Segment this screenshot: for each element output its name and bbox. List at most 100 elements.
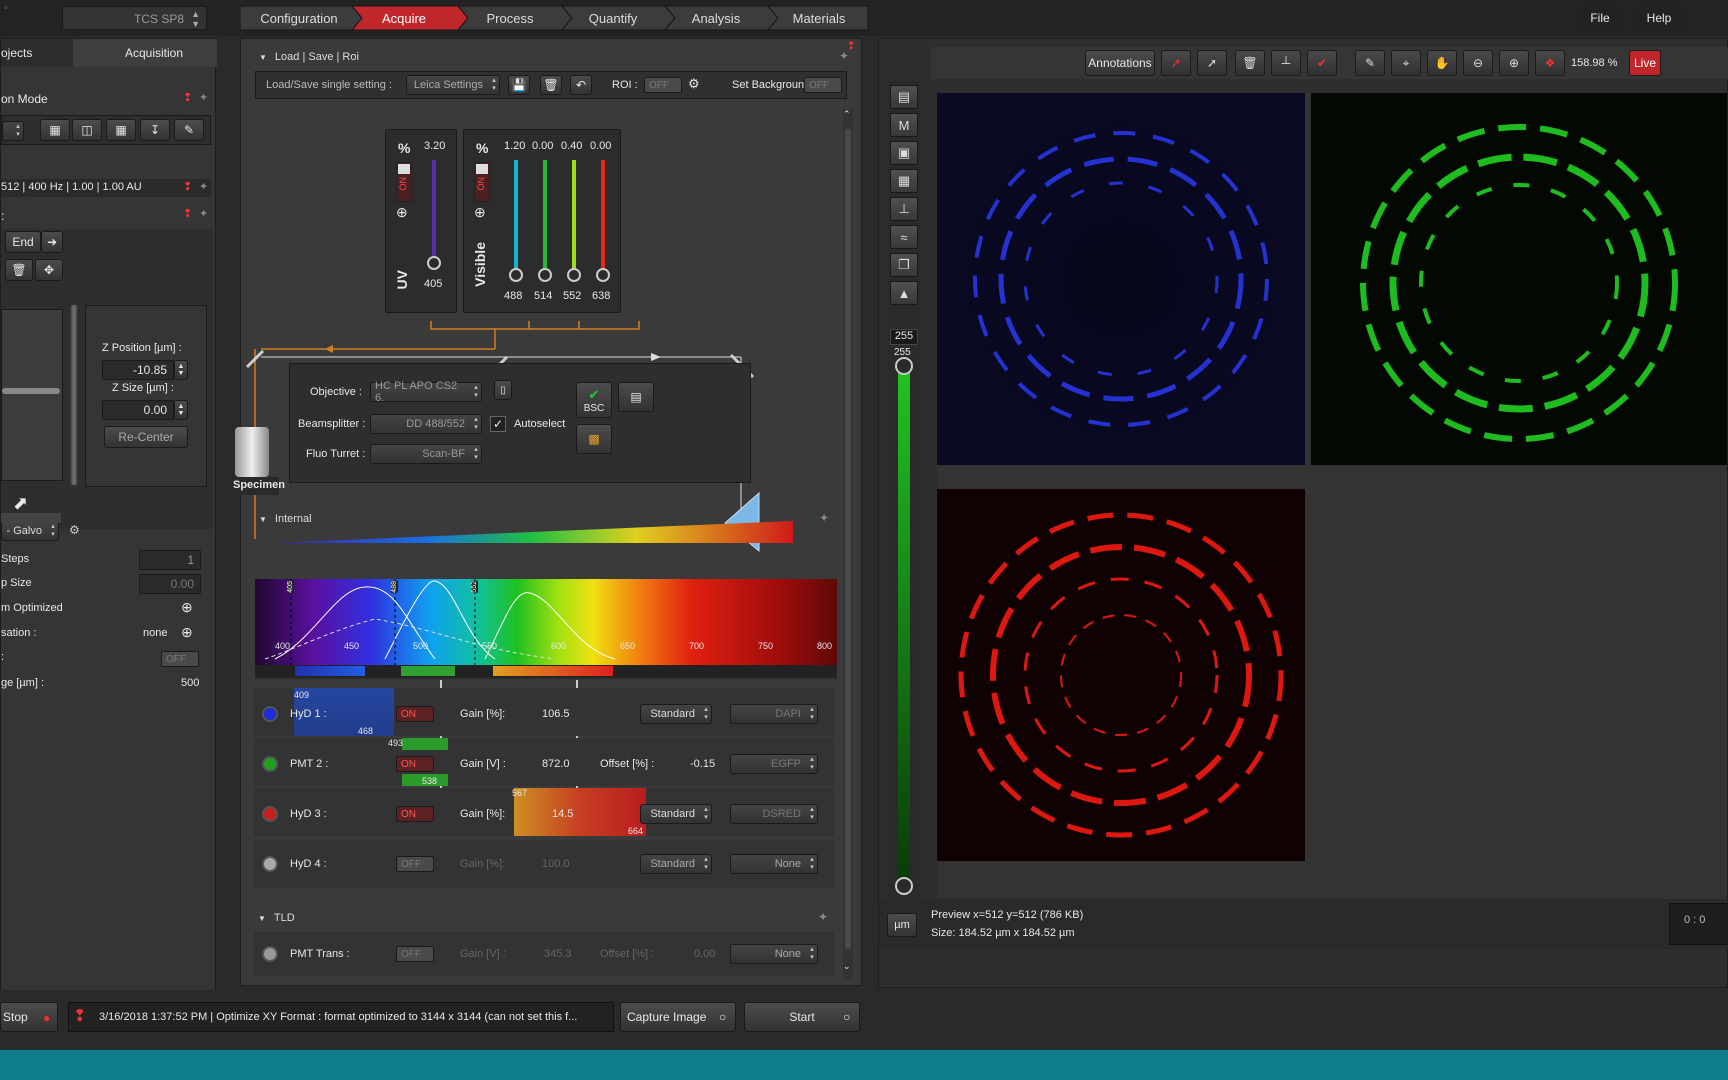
arrow-right-icon[interactable]: ➜ [41, 231, 63, 253]
mode-dropdown[interactable] [2, 121, 24, 141]
visible-on-toggle[interactable]: ON [474, 162, 490, 202]
start-button[interactable]: Start ○ [744, 1002, 860, 1032]
lsr-header[interactable]: ▼ Load | Save | Roi [259, 47, 359, 67]
z-slider-track[interactable] [1, 309, 63, 481]
image-blue-channel[interactable] [937, 93, 1305, 465]
menu-file[interactable]: File [1578, 6, 1622, 30]
off-toggle[interactable]: OFF [161, 651, 199, 667]
mode-dropdown[interactable]: Standard [640, 804, 712, 824]
menu-help[interactable]: Help [1634, 6, 1684, 30]
lut-max-knob[interactable] [895, 357, 913, 375]
hand-icon[interactable]: ✋ [1427, 50, 1457, 76]
lut-max-input[interactable]: 255 [890, 329, 918, 345]
tab-acquisition[interactable]: Acquisition [73, 39, 217, 67]
z-position-input[interactable]: -10.85 [102, 360, 174, 380]
z-focus-wheel[interactable] [69, 305, 79, 485]
set-background-toggle[interactable]: OFF [804, 77, 842, 93]
layers-icon[interactable]: ▣ [890, 141, 918, 165]
channel-view-icon[interactable]: ▤ [890, 85, 918, 109]
gain-value[interactable]: 872.0 [542, 758, 570, 770]
uv-slider-knob[interactable] [427, 256, 441, 270]
gain-value[interactable]: 106.5 [542, 708, 570, 720]
mosaic-icon[interactable]: ▦ [106, 119, 136, 141]
channel-color-dot[interactable] [262, 806, 278, 822]
undo-icon[interactable]: ↶ [570, 75, 592, 95]
stepper-icon[interactable]: ▲ ▼ [174, 400, 188, 420]
live-button[interactable]: Live [1629, 50, 1661, 76]
detector-toggle[interactable]: OFF [396, 856, 434, 872]
step-size-input[interactable]: 0.00 [139, 574, 201, 594]
pointer-icon[interactable]: ➚ [1161, 50, 1191, 76]
z-slider-handle[interactable] [2, 388, 60, 394]
dye-database-icon[interactable]: ▩ [576, 424, 612, 454]
fluo-turret-dropdown[interactable]: Scan-BF [370, 444, 482, 464]
stop-button[interactable]: Stop ● [0, 1002, 58, 1032]
objective-info-icon[interactable]: ▯ [494, 380, 512, 400]
detector-toggle[interactable]: ON [396, 806, 434, 822]
trash-icon[interactable]: 🗑 [540, 75, 562, 95]
trash-icon[interactable]: 🗑 [1235, 50, 1265, 76]
laser-638-knob[interactable] [596, 268, 610, 282]
laser-552-knob[interactable] [567, 268, 581, 282]
tab-quantify[interactable]: Quantify [563, 6, 663, 30]
tab-projects[interactable]: ojects [1, 39, 73, 67]
channel-color-dot[interactable] [262, 756, 278, 772]
info-icon[interactable]: ❢ [183, 180, 192, 193]
add-icon[interactable]: ⊕ [474, 204, 486, 221]
merge-icon[interactable]: M [890, 113, 918, 137]
tab-acquire[interactable]: Acquire [354, 6, 454, 30]
pin-icon[interactable]: ✦ [819, 511, 829, 525]
bsc-button[interactable]: ✔ BSC [576, 382, 612, 418]
scrollbar-thumb[interactable] [845, 129, 851, 949]
ruler-icon[interactable]: ✎ [1355, 50, 1385, 76]
save-icon[interactable]: 💾 [508, 75, 530, 95]
dye-dropdown[interactable]: DSRED [730, 804, 818, 824]
recenter-button[interactable]: Re-Center [104, 426, 188, 448]
add-icon[interactable]: ⊕ [396, 204, 408, 221]
channel-color-dot[interactable] [262, 946, 278, 962]
fit-screen-icon[interactable]: ❖ [1535, 50, 1565, 76]
internal-header[interactable]: ▼ Internal [259, 509, 312, 529]
settings-circle-icon[interactable]: ⚙ [688, 76, 700, 92]
galvo-dropdown[interactable]: - Galvo [1, 521, 59, 541]
dye-dropdown[interactable]: None [730, 944, 818, 964]
pin-icon[interactable]: ✦ [818, 910, 828, 924]
zoom-out-icon[interactable]: ⊖ [1463, 50, 1493, 76]
laser-514-knob[interactable] [538, 268, 552, 282]
pin-icon[interactable]: ✦ [199, 180, 208, 193]
band-bar-hyd3[interactable] [514, 788, 646, 836]
image-red-channel[interactable] [937, 489, 1305, 861]
gallery-icon[interactable]: ▦ [890, 169, 918, 193]
image-green-channel[interactable] [1311, 93, 1727, 465]
scrollbar[interactable]: ⌃ ⌄ [843, 109, 853, 979]
check-icon[interactable]: ✔ [1307, 50, 1337, 76]
edit-icon[interactable]: ✎ [174, 119, 204, 141]
unit-button[interactable]: µm [887, 913, 917, 937]
tile-scan-icon[interactable]: ◫ [72, 119, 102, 141]
tld-header[interactable]: ▼ TLD [258, 908, 295, 928]
trash-icon[interactable]: 🗑 [5, 259, 33, 281]
zoom-in-icon[interactable]: ⊕ [1499, 50, 1529, 76]
download-icon[interactable]: ↧ [140, 119, 170, 141]
capture-image-button[interactable]: Capture Image ○ [620, 1002, 736, 1032]
add-icon[interactable]: ⊕ [181, 599, 193, 616]
scale-bar-icon[interactable]: ┴ [1271, 50, 1301, 76]
settings-circle-icon[interactable]: ⚙ [69, 523, 80, 537]
gain-value[interactable]: 345.3 [544, 948, 572, 960]
laser-488-track[interactable] [514, 160, 518, 272]
tab-configuration[interactable]: Configuration [244, 6, 354, 30]
device-selector[interactable]: TCS SP8 ▲ ▼ [62, 6, 207, 30]
autoselect-checkbox[interactable]: ✓ [490, 416, 506, 432]
ortho-icon[interactable]: ≈ [890, 225, 918, 249]
end-button[interactable]: End [5, 231, 41, 253]
band-bar-pmt2[interactable] [402, 738, 448, 750]
scan-field-icon[interactable]: ▤ [618, 382, 654, 412]
scroll-down-icon[interactable]: ⌄ [843, 961, 851, 972]
histogram-icon[interactable]: ▲ [890, 281, 918, 305]
mode-dropdown[interactable]: Standard [640, 854, 712, 874]
pin-icon[interactable]: ✦ [199, 91, 208, 104]
mode-dropdown[interactable]: Standard [640, 704, 712, 724]
stepper-icon[interactable]: ▲ ▼ [174, 360, 188, 380]
scroll-up-icon[interactable]: ⌃ [843, 109, 851, 120]
info-icon[interactable]: ❢ [183, 91, 192, 104]
